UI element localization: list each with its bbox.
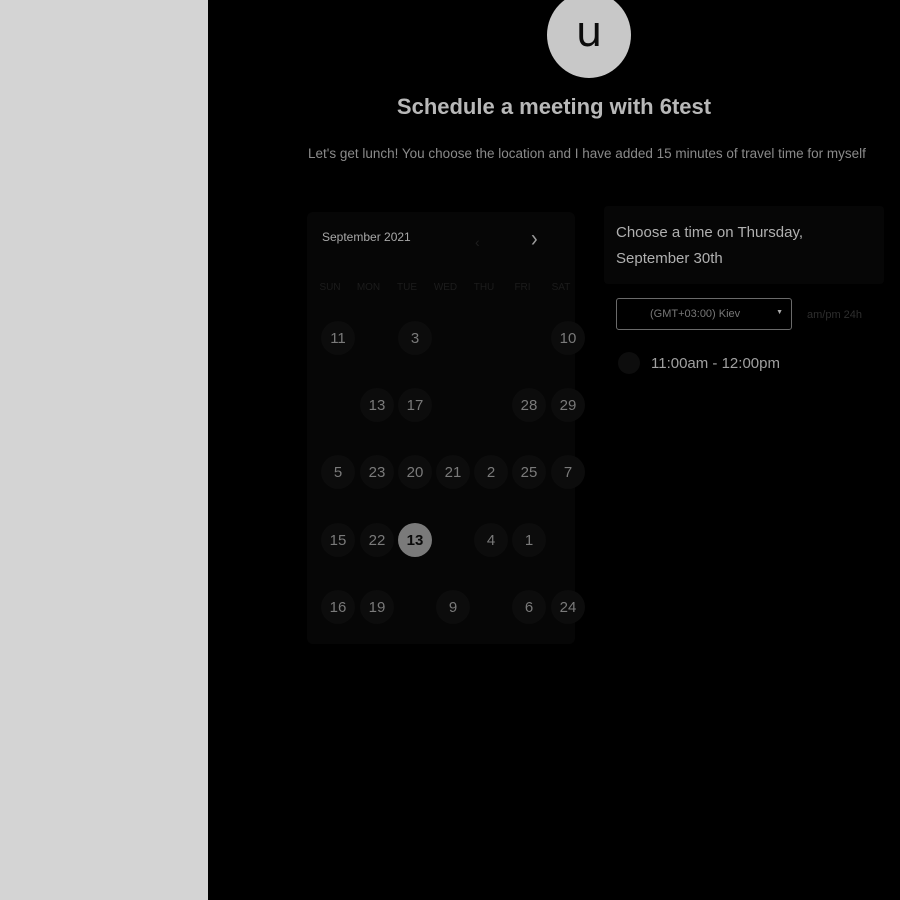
calendar-day[interactable]: 20 — [398, 455, 432, 489]
calendar-day[interactable]: 25 — [512, 455, 546, 489]
calendar-day[interactable]: 16 — [321, 590, 355, 624]
calendar-day[interactable]: 13 — [360, 388, 394, 422]
calendar-day[interactable]: 7 — [551, 455, 585, 489]
calendar-day[interactable]: 2 — [474, 455, 508, 489]
slot-radio-icon — [618, 352, 640, 374]
prev-month-button[interactable]: ‹ — [475, 234, 480, 250]
calendar-day[interactable]: 4 — [474, 523, 508, 557]
calendar-day[interactable]: 6 — [512, 590, 546, 624]
timezone-select[interactable]: (GMT+03:00) Kiev ▼ — [616, 298, 792, 330]
weekday-label: FRI — [514, 282, 531, 293]
calendar-day[interactable]: 23 — [360, 455, 394, 489]
weekday-label: WED — [433, 282, 458, 293]
calendar: September 2021 ‹ › SUN MON TUE WED THU FRI SAT… — [307, 212, 585, 644]
calendar-day[interactable]: 17 — [398, 388, 432, 422]
caret-down-icon: ▼ — [776, 309, 783, 316]
weekday-label: THU — [473, 282, 495, 293]
calendar-day[interactable]: 3 — [398, 321, 432, 355]
month-label: September 2021 — [322, 230, 411, 244]
event-description: Let's get lunch! You choose the location… — [308, 146, 866, 161]
avatar: u — [547, 0, 631, 78]
time-slot[interactable]: 11:00am - 12:00pm — [616, 350, 816, 378]
calendar-day[interactable]: 13 — [398, 523, 432, 557]
weekday-label: SAT — [551, 282, 571, 293]
calendar-day[interactable]: 1 — [512, 523, 546, 557]
calendar-day[interactable]: 28 — [512, 388, 546, 422]
time-slot-label: 11:00am - 12:00pm — [651, 355, 780, 372]
calendar-day[interactable]: 19 — [360, 590, 394, 624]
calendar-day[interactable]: 5 — [321, 455, 355, 489]
weekday-label: SUN — [319, 282, 341, 293]
selected-date-heading: Choose a time on Thursday, September 30t… — [616, 224, 804, 267]
next-month-button[interactable]: › — [531, 226, 538, 254]
calendar-day[interactable]: 10 — [551, 321, 585, 355]
weekday-label: TUE — [397, 282, 417, 293]
time-format-toggle[interactable]: am/pm 24h — [807, 309, 862, 321]
calendar-day[interactable]: 22 — [360, 523, 394, 557]
timezone-value: (GMT+03:00) Kiev — [650, 308, 741, 320]
calendar-day[interactable]: 24 — [551, 590, 585, 624]
avatar-letter: u — [575, 6, 603, 56]
page-title: Schedule a meeting with 6test — [396, 94, 712, 119]
calendar-day[interactable]: 11 — [321, 321, 355, 355]
booking-page: u Schedule a meeting with 6test Let's ge… — [208, 0, 900, 900]
calendar-day[interactable]: 29 — [551, 388, 585, 422]
calendar-day[interactable]: 15 — [321, 523, 355, 557]
weekday-label: MON — [356, 282, 381, 293]
time-header: Choose a time on Thursday, September 30t… — [604, 206, 884, 284]
calendar-day[interactable]: 21 — [436, 455, 470, 489]
left-panel — [0, 0, 208, 900]
calendar-day[interactable]: 9 — [436, 590, 470, 624]
